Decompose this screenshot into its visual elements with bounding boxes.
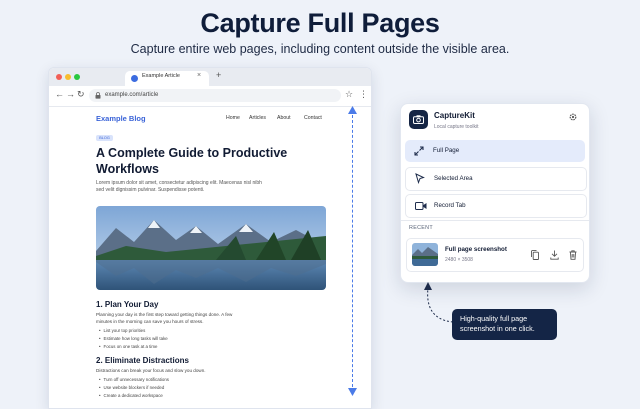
- trash-icon[interactable]: [569, 250, 577, 260]
- browser-tab[interactable]: Example Article ×: [125, 71, 209, 86]
- hero-subtitle: Capture entire web pages, including cont…: [130, 42, 510, 56]
- arrow-down-icon: [348, 388, 357, 396]
- favicon-icon: [131, 75, 138, 82]
- full-page-option[interactable]: Full Page: [405, 140, 585, 162]
- url-input[interactable]: example.com/article: [89, 89, 341, 102]
- address-bar: ← → ↻ example.com/article ☆ ⋮: [49, 86, 371, 107]
- recent-capture-item[interactable]: Full page screenshot 2480 × 3508: [406, 238, 584, 272]
- forward-icon[interactable]: →: [66, 89, 75, 99]
- reload-icon[interactable]: ↻: [77, 89, 85, 100]
- capture-popup: CaptureKit Local capture toolkit Full Pa…: [400, 103, 590, 283]
- url-text: example.com/article: [105, 91, 159, 98]
- arrow-up-icon: [348, 106, 357, 114]
- mountain-lake-image: [96, 206, 326, 290]
- lock-icon: [95, 92, 101, 99]
- tooltip-text: High-quality full page screenshot in one…: [460, 314, 535, 333]
- expand-icon: [414, 146, 424, 156]
- hero-title: Capture Full Pages: [200, 8, 440, 38]
- tab-title: Example Article: [142, 73, 180, 79]
- list-item: Estimate how long tasks will take: [99, 336, 168, 341]
- download-icon[interactable]: [550, 250, 559, 260]
- scroll-extent-line: [352, 110, 353, 392]
- cursor-icon: [415, 173, 425, 184]
- option-label: Record Tab: [434, 202, 466, 209]
- capture-thumbnail: [412, 243, 438, 266]
- camera-icon: [409, 110, 428, 129]
- tab-bar: Example Article × +: [49, 68, 371, 86]
- nav-link-articles[interactable]: Articles: [249, 115, 266, 121]
- option-label: Full Page: [433, 147, 460, 154]
- bookmark-icon[interactable]: ☆: [345, 89, 353, 100]
- recent-label: RECENT: [409, 225, 433, 231]
- maximize-window-dot[interactable]: [74, 74, 80, 80]
- article-page: Example Blog Home Articles About Contact…: [49, 106, 371, 408]
- gear-icon[interactable]: [568, 112, 578, 122]
- list-item: Turn off unnecessary notifications: [99, 377, 169, 382]
- copy-icon[interactable]: [531, 250, 539, 260]
- section-heading-distractions: 2. Eliminate Distractions: [96, 356, 189, 365]
- list-item: Create a dedicated workspace: [99, 393, 163, 398]
- back-icon[interactable]: ←: [55, 89, 64, 99]
- list-item: Use website blockers if needed: [99, 385, 165, 390]
- option-label: Selected Area: [434, 175, 473, 182]
- app-tagline: Local capture toolkit: [434, 124, 479, 130]
- blog-logo[interactable]: Example Blog: [96, 114, 146, 123]
- new-tab-button[interactable]: +: [216, 70, 221, 80]
- pointer-arrow: [424, 282, 454, 323]
- tab-close-icon[interactable]: ×: [197, 72, 201, 79]
- close-window-dot[interactable]: [56, 74, 62, 80]
- section-heading-plan: 1. Plan Your Day: [96, 300, 159, 309]
- divider: [401, 220, 589, 221]
- section-paragraph-plan: Planning your day is the first step towa…: [96, 312, 233, 324]
- article-lede: Lorem ipsum dolor sit amet, consectetur …: [96, 180, 262, 193]
- menu-icon[interactable]: ⋮: [359, 89, 368, 100]
- minimize-window-dot[interactable]: [65, 74, 71, 80]
- recent-title: Full page screenshot: [445, 246, 507, 253]
- video-icon: [415, 202, 427, 210]
- selected-area-option[interactable]: Selected Area: [405, 167, 587, 191]
- article-title: A Complete Guide to Productive Workflows: [96, 146, 288, 176]
- list-item: Focus on one task at a time: [99, 344, 158, 349]
- section-paragraph-distractions: Distractions can break your focus and sl…: [96, 368, 206, 373]
- app-name: CaptureKit: [434, 111, 475, 120]
- nav-link-about[interactable]: About: [277, 115, 291, 121]
- tooltip: High-quality full page screenshot in one…: [452, 309, 557, 340]
- browser-window: Example Article × + ← → ↻ example.com/ar…: [48, 67, 372, 409]
- record-tab-option[interactable]: Record Tab: [405, 194, 587, 218]
- nav-link-contact[interactable]: Contact: [304, 115, 322, 121]
- nav-link-home[interactable]: Home: [226, 115, 240, 121]
- category-badge: BLOG: [96, 135, 113, 141]
- list-item: List your top priorities: [99, 328, 146, 333]
- recent-dimensions: 2480 × 3508: [445, 257, 473, 263]
